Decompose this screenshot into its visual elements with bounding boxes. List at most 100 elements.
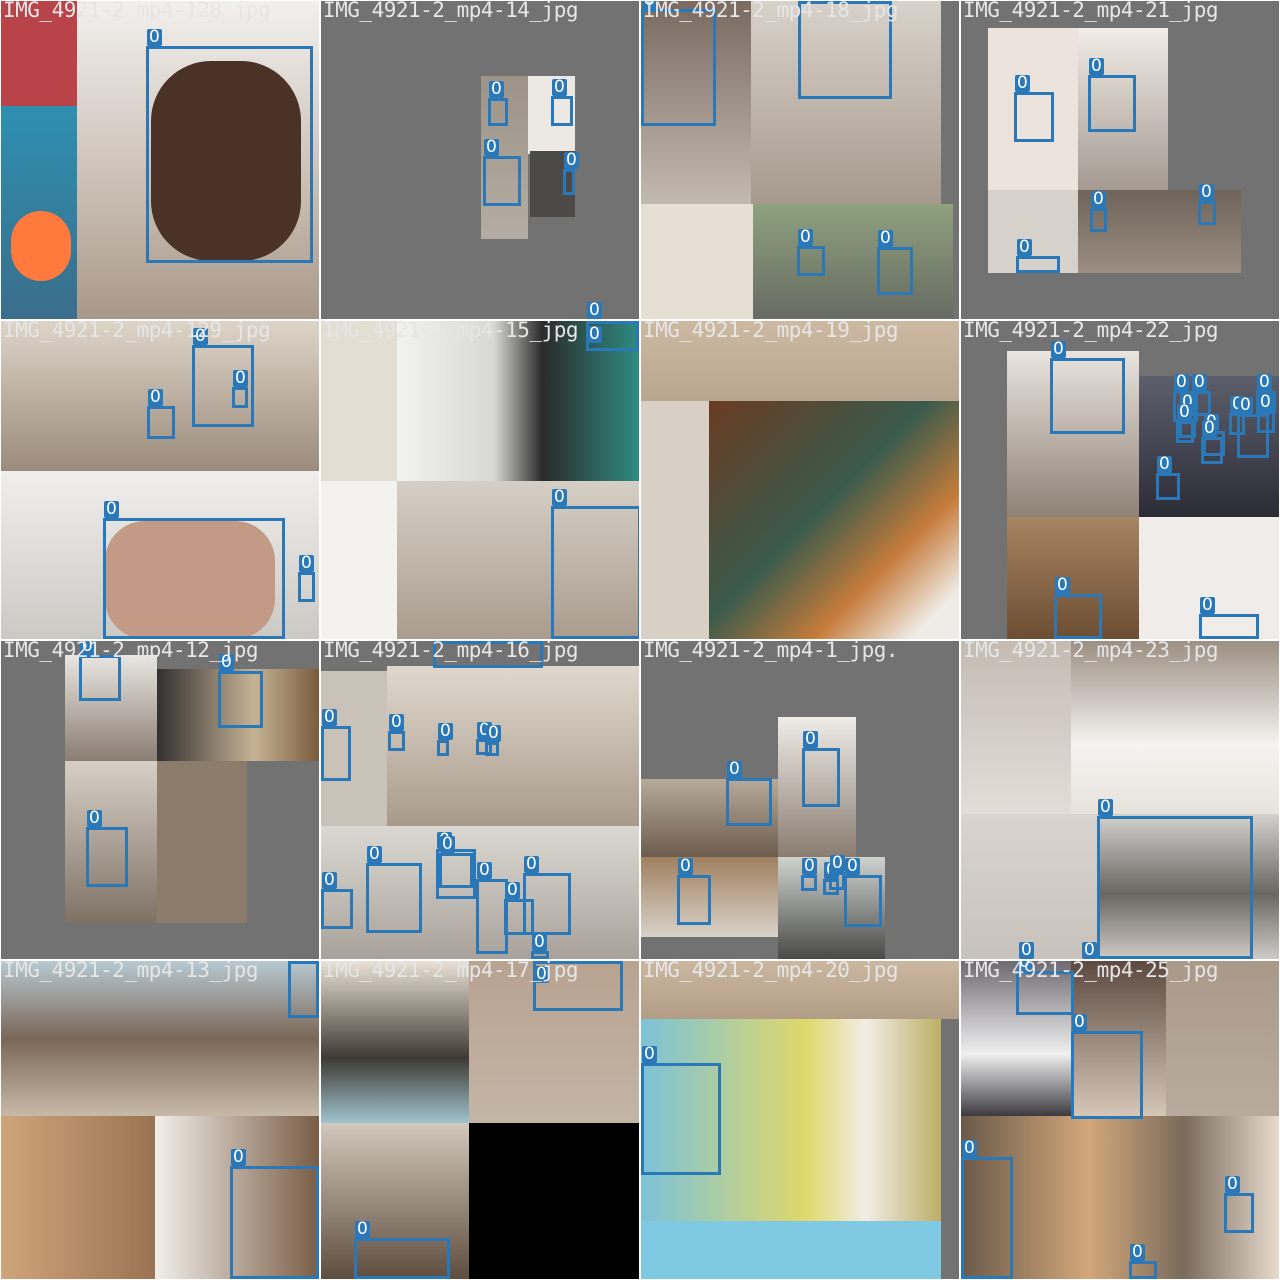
face-bbox: 0 <box>147 389 175 439</box>
tile-filename: IMG_4921-2_mp4-22_jpg <box>963 321 1219 342</box>
class-label: 0 <box>147 27 162 47</box>
class-label: 0 <box>962 1138 977 1158</box>
mosaic-tile: IMG_4921-2_mp4-1_jpg. 0 0 0 0 0 0 0 <box>641 641 959 959</box>
tile-filename: IMG_4921-2_mp4-15_jpg <box>323 321 579 342</box>
image-fragment <box>321 961 469 1123</box>
class-label: 0 <box>552 77 567 97</box>
class-label: 0 <box>1130 1242 1145 1262</box>
face-bbox: 0 <box>483 139 521 206</box>
image-fragment <box>641 1221 941 1279</box>
face-bbox: 0 <box>641 1 716 126</box>
image-fragment <box>1071 641 1279 814</box>
mosaic-tile: IMG_4921-2_mp4-14_jpg 0 0 0 0 0 <box>321 1 639 319</box>
face-bbox: 0 <box>829 855 845 890</box>
class-label: 0 <box>1072 1012 1087 1032</box>
mosaic-tile: IMG_4921-2_mp4-21_jpg 0 0 0 0 0 <box>961 1 1279 319</box>
class-label: 0 <box>1017 237 1032 257</box>
tile-filename: IMG_4921-2_mp4-17_jpg <box>323 961 579 982</box>
image-fragment <box>321 321 397 481</box>
face-bbox: 0 <box>230 1149 319 1279</box>
tile-filename: IMG_4921-2_mp4-14_jpg <box>323 1 579 22</box>
mosaic-tile: IMG_4921-2_mp4-128_jpg 0 <box>1 1 319 319</box>
image-fragment <box>321 481 397 639</box>
face-bbox: 0 <box>1016 239 1060 273</box>
face-bbox: 0 <box>366 846 422 933</box>
face-bbox: 0 <box>321 709 351 781</box>
face-bbox: 0 <box>354 1221 450 1279</box>
class-label: 0 <box>1055 575 1070 595</box>
mosaic-tile: IMG_4921-2_mp4-17_jpg 0 0 <box>321 961 639 1279</box>
class-label: 0 <box>486 723 501 743</box>
face-bbox: 0 <box>218 654 263 728</box>
class-label: 0 <box>1089 56 1104 76</box>
class-label: 0 <box>505 880 520 900</box>
mosaic-tile: IMG_4921-2_mp4-15_jpg 0 0 <box>321 321 639 639</box>
class-label: 0 <box>233 368 248 388</box>
class-label: 0 <box>440 834 455 854</box>
class-label: 0 <box>1225 1174 1240 1194</box>
face-bbox: 0 <box>1050 341 1125 434</box>
class-label: 0 <box>878 228 893 248</box>
face-bbox: 0 <box>103 501 285 639</box>
face-bbox: 0 <box>1014 75 1054 142</box>
class-label: 0 <box>830 853 845 873</box>
face-bbox: 0 <box>388 714 405 751</box>
image-fragment <box>961 641 1071 814</box>
tile-filename: IMG_4921-2_mp4-19_jpg <box>643 321 899 342</box>
mosaic-tile: IMG_4921-2_mp4-20_jpg 0 <box>641 961 959 1279</box>
mosaic-tile: IMG_4921-2_mp4-12_jpg 0 0 0 <box>1 641 319 959</box>
face-bbox: 0 <box>844 858 882 927</box>
class-label: 0 <box>1051 339 1066 359</box>
class-label: 0 <box>299 553 314 573</box>
face-bbox: 0 <box>1201 420 1223 464</box>
class-label: 0 <box>1015 73 1030 93</box>
class-label: 0 <box>552 487 567 507</box>
class-label: 0 <box>678 856 693 876</box>
class-label: 0 <box>802 856 817 876</box>
face-bbox: 0 <box>1054 577 1102 639</box>
face-bbox: 0 <box>1097 799 1253 959</box>
class-label: 0 <box>727 759 742 779</box>
class-label: 0 <box>1238 395 1253 415</box>
face-bbox: 0 <box>1176 404 1194 443</box>
class-label: 0 <box>477 860 492 880</box>
mosaic-tile: IMG_4921-2_mp4-19_jpg <box>641 321 959 639</box>
class-label: 0 <box>389 712 404 732</box>
face-bbox: 0 <box>586 321 639 351</box>
class-label: 0 <box>564 150 579 170</box>
class-label: 0 <box>231 1147 246 1167</box>
face-bbox: 0 <box>488 81 508 126</box>
face-bbox: 0 <box>1199 597 1259 639</box>
face-bbox: 0 <box>1198 184 1216 225</box>
tile-filename: IMG_4921-2_mp4-20_jpg <box>643 961 899 982</box>
face-bbox: 0 <box>1071 1014 1143 1119</box>
mosaic-tile: IMG_4921-2_mp4-13_jpg 0 0 <box>1 961 319 1279</box>
image-fragment <box>469 1123 639 1279</box>
face-bbox: 0 <box>531 934 549 959</box>
tile-filename: IMG_4921-2_mp4-21_jpg <box>963 1 1219 22</box>
mosaic-tile: IMG_4921-2_mp4-16_jpg 0 0 0 0 0 0 0 0 0 … <box>321 641 639 959</box>
class-label: 0 <box>87 808 102 828</box>
class-label: 0 <box>484 137 499 157</box>
face-bbox: 0 <box>504 882 534 935</box>
class-label: 0 <box>1257 372 1272 392</box>
mosaic-tile: IMG_4921-2_mp4-18_jpg 0 0 0 0 <box>641 1 959 319</box>
image-fragment <box>1 1116 155 1279</box>
tile-filename: IMG_4921-2_mp4-25_jpg <box>963 961 1219 982</box>
mosaic-tile: IMG_4921-2_mp4-129_jpg 0 0 0 0 0 <box>1 321 319 639</box>
class-label: 0 <box>489 79 504 99</box>
face-bbox: 0 <box>551 489 639 639</box>
face-bbox: 0 <box>146 29 313 263</box>
image-fragment <box>157 761 247 923</box>
class-label: 0 <box>1177 402 1192 422</box>
mosaic-tile: IMG_4921-2_mp4-22_jpg 0 0 0 0 0 0 0 0 0 … <box>961 321 1279 639</box>
face-bbox: 0 <box>439 836 473 888</box>
tile-filename: IMG_4921-2_mp4-1_jpg. <box>643 641 899 662</box>
class-label: 0 <box>1019 940 1034 959</box>
tile-filename: IMG_4921-2_mp4-18_jpg <box>643 1 899 22</box>
face-bbox: 0 <box>1237 397 1269 458</box>
tile-filename: IMG_4921-2_mp4-23_jpg <box>963 641 1219 662</box>
face-bbox: 0 <box>437 723 453 756</box>
image-fragment <box>961 814 1097 959</box>
image-fragment <box>641 204 753 319</box>
